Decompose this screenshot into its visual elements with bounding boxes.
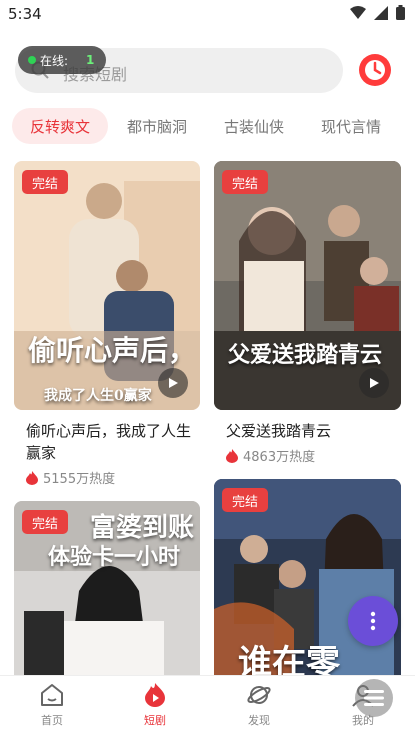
bottom-nav: 首页 短剧 发现 我的 [0, 675, 415, 739]
category-tabs: 反转爽文 都市脑洞 古装仙侠 现代言情 [0, 106, 415, 146]
menu-icon [364, 690, 384, 706]
play-icon [370, 378, 379, 388]
planet-icon [247, 686, 271, 704]
drama-card[interactable]: 完结 父爱送我踏青云 [214, 161, 401, 410]
history-clock-button[interactable] [359, 54, 391, 86]
home-icon [41, 684, 63, 706]
heat-count: 5155万热度 [26, 468, 115, 487]
poster-title: 谁在零 [238, 643, 340, 675]
drama-card[interactable]: 完结 偷听心声后， 我成了人生0赢家 [14, 161, 200, 410]
heat-value: 4863万热度 [243, 450, 316, 465]
drama-title[interactable]: 偷听心声后，我成了人生赢家 [26, 420, 196, 464]
nav-label: 首页 [41, 714, 63, 727]
clock-icon [365, 60, 385, 80]
play-button[interactable] [359, 368, 389, 398]
status-badge: 完结 [222, 170, 269, 194]
nav-shorts[interactable]: 短剧 [125, 682, 185, 734]
status-icons [350, 5, 405, 20]
status-badge: 完结 [22, 170, 69, 194]
status-time: 5:34 [8, 5, 42, 23]
status-badge: 完结 [222, 488, 269, 512]
battery-icon [396, 5, 405, 20]
tab-reversal[interactable]: 反转爽文 [12, 108, 108, 144]
signal-icon [374, 5, 388, 20]
poster-subtitle: 我成了人生0赢家 [44, 388, 152, 404]
heat-count: 4863万热度 [226, 446, 315, 465]
online-badge: 在线: 1 [18, 46, 106, 74]
nav-label: 发现 [248, 714, 270, 727]
status-bar: 5:34 [0, 0, 415, 30]
status-badge: 完结 [22, 510, 69, 534]
nav-discover[interactable]: 发现 [229, 682, 289, 734]
flame-icon [145, 683, 165, 707]
drama-title[interactable]: 父爱送我踏青云 [226, 420, 396, 442]
tab-costume[interactable]: 古装仙侠 [212, 108, 296, 144]
wifi-icon [350, 5, 366, 19]
drama-card[interactable]: 完结 富婆到账 体验卡一小时 [14, 501, 200, 675]
flame-icon [26, 470, 38, 485]
more-vertical-icon [370, 611, 376, 631]
nav-label: 短剧 [144, 714, 166, 727]
online-count: 1 [86, 53, 95, 67]
tab-urban[interactable]: 都市脑洞 [115, 108, 199, 144]
poster-title: 偷听心声后， [28, 334, 197, 367]
nav-home[interactable]: 首页 [22, 682, 82, 734]
online-label: 在线: [40, 53, 69, 68]
play-button[interactable] [158, 368, 188, 398]
poster-subtitle: 体验卡一小时 [48, 544, 181, 570]
online-dot [28, 56, 36, 64]
more-fab-button[interactable] [348, 596, 398, 646]
tab-romance[interactable]: 现代言情 [309, 108, 393, 144]
play-icon [169, 378, 178, 388]
floating-menu-button[interactable] [355, 679, 393, 717]
heat-value: 5155万热度 [43, 472, 116, 487]
poster-title: 父爱送我踏青云 [228, 342, 383, 368]
flame-icon [226, 448, 238, 463]
